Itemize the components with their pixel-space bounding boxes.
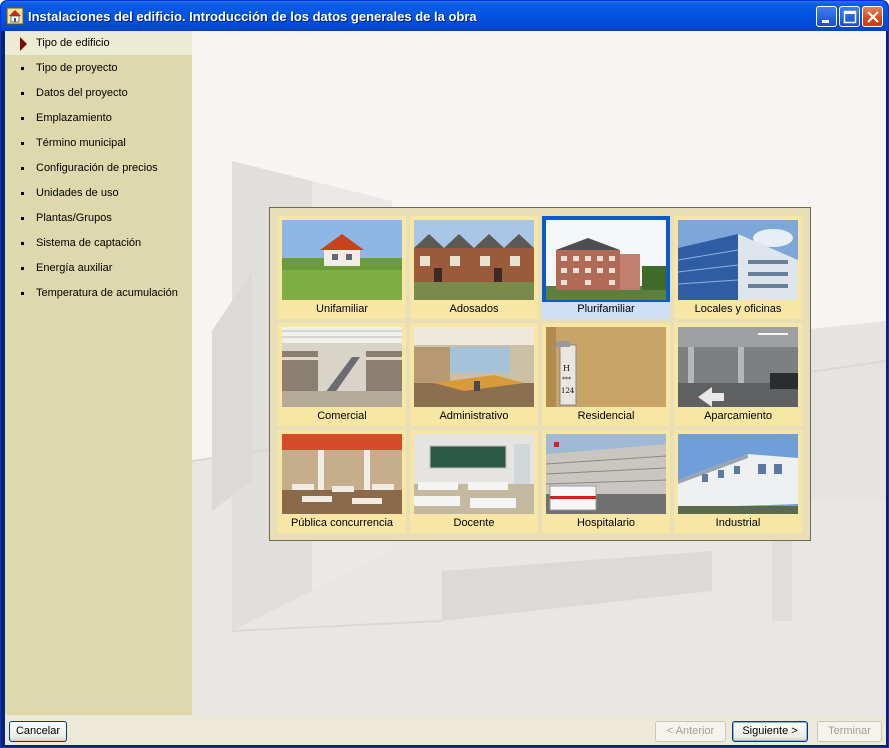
sidebar-item-configuracion-de-precios[interactable]: Configuración de precios	[5, 156, 192, 180]
building-type-label: Adosados	[449, 303, 499, 315]
apartment-block-photo-icon	[546, 220, 666, 300]
maximize-icon	[843, 10, 857, 24]
office-interior-photo-icon	[414, 327, 534, 407]
building-type-grid: Unifamiliar Adosados Plurifamiliar Local…	[269, 207, 811, 541]
house-photo-icon	[282, 220, 402, 300]
step-bullet-icon	[21, 67, 24, 70]
industrial-building-photo-icon	[678, 434, 798, 514]
close-button[interactable]	[862, 6, 883, 27]
building-type-label: Hospitalario	[576, 517, 636, 529]
sidebar-item-label: Unidades de uso	[36, 187, 119, 199]
finish-button[interactable]: Terminar	[817, 721, 882, 742]
wizard-window: Instalaciones del edificio. Introducción…	[0, 0, 889, 748]
sidebar-item-label: Temperatura de acumulación	[36, 287, 178, 299]
building-type-label: Locales y oficinas	[694, 303, 782, 315]
minimize-button[interactable]	[816, 6, 837, 27]
step-bullet-icon	[21, 242, 24, 245]
building-type-tile[interactable]: H *** 124 Residencial	[542, 323, 670, 426]
building-type-label: Residencial	[577, 410, 635, 422]
client-area: Tipo de edificio Tipo de proyecto Datos …	[5, 31, 886, 745]
sidebar-item-label: Datos del proyecto	[36, 87, 128, 99]
wizard-footer: Cancelar < Anterior Siguiente > Terminar	[5, 715, 886, 745]
building-type-tile[interactable]: Unifamiliar	[278, 216, 406, 319]
hospital-photo-icon	[546, 434, 666, 514]
sidebar-item-label: Sistema de captación	[36, 237, 142, 249]
terraced-houses-photo-icon	[414, 220, 534, 300]
building-type-tile-selected[interactable]: Plurifamiliar	[542, 216, 670, 319]
svg-text:H: H	[563, 364, 570, 373]
svg-text:124: 124	[561, 387, 575, 395]
building-type-tile[interactable]: Aparcamiento	[674, 323, 802, 426]
sidebar-item-label: Término municipal	[36, 137, 126, 149]
building-type-tile[interactable]: Administrativo	[410, 323, 538, 426]
building-type-label: Industrial	[715, 517, 761, 529]
maximize-button[interactable]	[839, 6, 860, 27]
step-bullet-icon	[21, 142, 24, 145]
sidebar-item-sistema-de-captacion[interactable]: Sistema de captación	[5, 231, 192, 255]
building-type-label: Docente	[453, 517, 495, 529]
sidebar-item-emplazamiento[interactable]: Emplazamiento	[5, 106, 192, 130]
sidebar-item-label: Tipo de edificio	[36, 37, 110, 49]
sidebar-item-label: Tipo de proyecto	[36, 62, 118, 74]
building-type-label: Administrativo	[439, 410, 509, 422]
building-type-tile[interactable]: Comercial	[278, 323, 406, 426]
building-type-tile[interactable]: Pública concurrencia	[278, 430, 406, 533]
cancel-button[interactable]: Cancelar	[9, 721, 67, 742]
office-building-photo-icon	[678, 220, 798, 300]
wizard-steps-sidebar: Tipo de edificio Tipo de proyecto Datos …	[5, 31, 192, 715]
close-icon	[867, 11, 879, 23]
step-bullet-icon	[21, 117, 24, 120]
building-type-tile[interactable]: Industrial	[674, 430, 802, 533]
building-type-label: Aparcamiento	[704, 410, 772, 422]
classroom-photo-icon	[414, 434, 534, 514]
title-bar[interactable]: Instalaciones del edificio. Introducción…	[1, 1, 888, 31]
building-type-label: Plurifamiliar	[542, 302, 670, 319]
svg-text:***: ***	[562, 376, 571, 383]
sidebar-item-tipo-de-edificio[interactable]: Tipo de edificio	[5, 31, 192, 55]
minimize-icon	[822, 20, 829, 23]
sidebar-item-label: Configuración de precios	[36, 162, 158, 174]
sidebar-item-datos-del-proyecto[interactable]: Datos del proyecto	[5, 81, 192, 105]
parking-garage-photo-icon	[678, 327, 798, 407]
sidebar-item-plantas-grupos[interactable]: Plantas/Grupos	[5, 206, 192, 230]
sidebar-item-label: Energía auxiliar	[36, 262, 113, 274]
next-button[interactable]: Siguiente >	[732, 721, 808, 742]
sidebar-item-label: Plantas/Grupos	[36, 212, 112, 224]
building-type-label: Unifamiliar	[316, 303, 368, 315]
shopping-mall-photo-icon	[282, 327, 402, 407]
step-bullet-icon	[21, 217, 24, 220]
building-type-tile[interactable]: Adosados	[410, 216, 538, 319]
hotel-door-photo-icon: H *** 124	[546, 327, 666, 407]
sidebar-item-label: Emplazamiento	[36, 112, 112, 124]
sidebar-item-termino-municipal[interactable]: Término municipal	[5, 131, 192, 155]
step-bullet-icon	[21, 192, 24, 195]
sidebar-item-unidades-de-uso[interactable]: Unidades de uso	[5, 181, 192, 205]
window-title: Instalaciones del edificio. Introducción…	[28, 9, 477, 24]
building-type-tile[interactable]: Hospitalario	[542, 430, 670, 533]
step-bullet-icon	[21, 292, 24, 295]
building-type-label: Pública concurrencia	[290, 517, 394, 529]
step-bullet-icon	[21, 267, 24, 270]
house-app-icon	[6, 7, 24, 25]
main-content: Unifamiliar Adosados Plurifamiliar Local…	[192, 31, 886, 715]
sidebar-item-tipo-de-proyecto[interactable]: Tipo de proyecto	[5, 56, 192, 80]
building-type-tile[interactable]: Docente	[410, 430, 538, 533]
sidebar-item-temperatura-de-acumulacion[interactable]: Temperatura de acumulación	[5, 281, 192, 305]
previous-button[interactable]: < Anterior	[655, 721, 726, 742]
building-type-tile[interactable]: Locales y oficinas	[674, 216, 802, 319]
current-step-arrow-icon	[20, 37, 27, 51]
step-bullet-icon	[21, 167, 24, 170]
building-type-label: Comercial	[317, 410, 367, 422]
sidebar-item-energia-auxiliar[interactable]: Energía auxiliar	[5, 256, 192, 280]
step-bullet-icon	[21, 92, 24, 95]
restaurant-photo-icon	[282, 434, 402, 514]
